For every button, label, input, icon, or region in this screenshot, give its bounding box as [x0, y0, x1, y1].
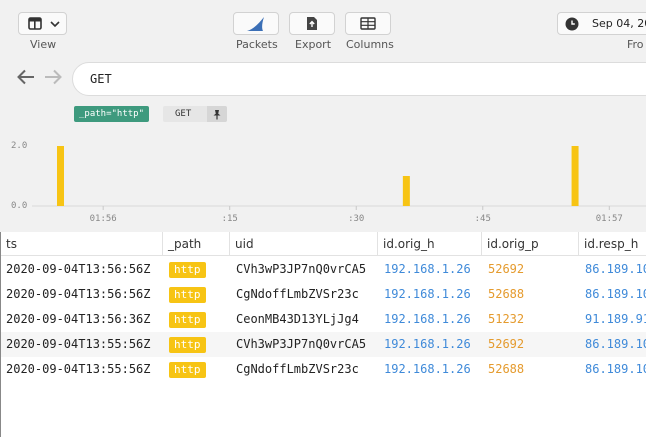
pinned-filters: _path="http" GET	[0, 98, 646, 132]
cell-orig-h: 192.168.1.26	[384, 262, 471, 276]
column-header-orig-h[interactable]: id.orig_h	[378, 232, 482, 256]
from-label: Fro	[627, 38, 644, 51]
clock-icon	[565, 17, 579, 30]
cell-orig-p: 51232	[488, 312, 525, 326]
cell-uid: CgNdoffLmbZVSr23c	[236, 362, 359, 376]
cell-ts: 2020-09-04T13:56:56Z	[6, 262, 151, 276]
cell-orig-p: 52692	[488, 337, 525, 351]
cell-resp-h: 86.189.10	[585, 262, 646, 276]
cell-ts: 2020-09-04T13:55:56Z	[6, 362, 151, 376]
path-badge[interactable]: http	[169, 336, 206, 353]
path-badge[interactable]: http	[169, 311, 206, 328]
path-badge[interactable]: http	[169, 361, 206, 378]
date-text: Sep 04, 20	[592, 17, 646, 30]
search-input[interactable]: GET	[72, 62, 646, 96]
x-tick-label: 01:57	[596, 214, 623, 224]
pinned-get-label: GET	[175, 109, 192, 119]
column-header-path[interactable]: _path	[163, 232, 230, 256]
cell-uid: CeonMB43D13YLjJg4	[236, 312, 359, 326]
export-label: Export	[295, 38, 332, 51]
cell-ts: 2020-09-04T13:56:36Z	[6, 312, 151, 326]
histogram-bar[interactable]	[57, 146, 64, 206]
table-header: ts _path uid id.orig_h id.orig_p id.resp…	[1, 232, 646, 256]
table-row[interactable]: 2020-09-04T13:55:56Z http CVh3wP3JP7nQ0vrC…	[1, 332, 646, 357]
histogram-bar[interactable]	[571, 146, 579, 206]
cell-resp-h: 86.189.10	[585, 287, 646, 301]
columns-table-icon	[360, 17, 376, 30]
cell-orig-h: 192.168.1.26	[384, 362, 471, 376]
cell-uid: CgNdoffLmbZVSr23c	[236, 287, 359, 301]
packets-button[interactable]	[233, 12, 279, 35]
column-header-orig-p[interactable]: id.orig_p	[482, 232, 579, 256]
y-tick-label: 0.0	[11, 201, 27, 211]
pinned-path-filter[interactable]: _path="http"	[74, 106, 150, 122]
cell-orig-h: 192.168.1.26	[384, 337, 471, 351]
export-file-icon	[307, 17, 317, 30]
cell-ts: 2020-09-04T13:55:56Z	[6, 337, 151, 351]
cell-orig-p: 52692	[488, 262, 525, 276]
histogram-bar[interactable]	[402, 176, 410, 206]
histogram-chart: 2.0 0.0 01:56 :15 :30 :45 01:57	[0, 132, 646, 232]
path-badge[interactable]: http	[169, 286, 206, 303]
results-table: ts _path uid id.orig_h id.orig_p id.resp…	[0, 232, 646, 437]
layout-icon	[28, 17, 42, 30]
search-bar-row: GET	[0, 60, 646, 98]
cell-path: http	[169, 307, 206, 332]
path-badge[interactable]: http	[169, 261, 206, 278]
pin-icon[interactable]	[207, 106, 227, 122]
cell-path: http	[169, 257, 206, 282]
table-row[interactable]: 2020-09-04T13:56:36Z http CeonMB43D13YLjJg…	[1, 307, 646, 332]
table-row[interactable]: 2020-09-04T13:55:56Z http CgNdoffLmbZVSr23…	[1, 357, 646, 382]
y-tick-label: 2.0	[11, 141, 27, 151]
cell-orig-h: 192.168.1.26	[384, 312, 471, 326]
x-tick-label: :15	[222, 214, 238, 224]
x-tick-label: :30	[348, 214, 364, 224]
cell-orig-h: 192.168.1.26	[384, 287, 471, 301]
x-tick-label: :45	[475, 214, 491, 224]
cell-uid: CVh3wP3JP7nQ0vrCA5	[236, 337, 367, 351]
columns-label: Columns	[346, 38, 394, 51]
cell-uid: CVh3wP3JP7nQ0vrCA5	[236, 262, 367, 276]
back-arrow-icon[interactable]	[16, 68, 36, 89]
export-button[interactable]	[289, 12, 335, 35]
view-label: View	[30, 38, 57, 51]
date-picker[interactable]: Sep 04, 20	[557, 12, 646, 35]
column-header-uid[interactable]: uid	[230, 232, 378, 256]
cell-resp-h: 91.189.91	[585, 312, 646, 326]
table-row[interactable]: 2020-09-04T13:56:56Z http CVh3wP3JP7nQ0vrC…	[1, 257, 646, 282]
cell-resp-h: 86.189.10	[585, 362, 646, 376]
cell-path: http	[169, 282, 206, 307]
packets-label: Packets	[236, 38, 278, 51]
cell-path: http	[169, 332, 206, 357]
cell-ts: 2020-09-04T13:56:56Z	[6, 287, 151, 301]
x-tick-label: 01:56	[90, 214, 117, 224]
forward-arrow-icon[interactable]	[43, 68, 63, 89]
view-button[interactable]	[18, 12, 67, 35]
cell-path: http	[169, 357, 206, 382]
pinned-get-filter[interactable]: GET	[163, 106, 227, 122]
shark-fin-icon	[247, 16, 264, 31]
cell-orig-p: 52688	[488, 362, 525, 376]
chevron-down-icon	[50, 20, 60, 27]
cell-orig-p: 52688	[488, 287, 525, 301]
columns-button[interactable]	[345, 12, 391, 35]
table-row[interactable]: 2020-09-04T13:56:56Z http CgNdoffLmbZVSr23…	[1, 282, 646, 307]
column-header-resp-h[interactable]: id.resp_h	[579, 232, 646, 256]
cell-resp-h: 86.189.10	[585, 337, 646, 351]
histogram-svg: 2.0 0.0 01:56 :15 :30 :45 01:57	[11, 141, 646, 224]
column-header-ts[interactable]: ts	[1, 232, 163, 256]
toolbar: View Packets Export Columns Sep 04, 20 F…	[0, 0, 646, 60]
